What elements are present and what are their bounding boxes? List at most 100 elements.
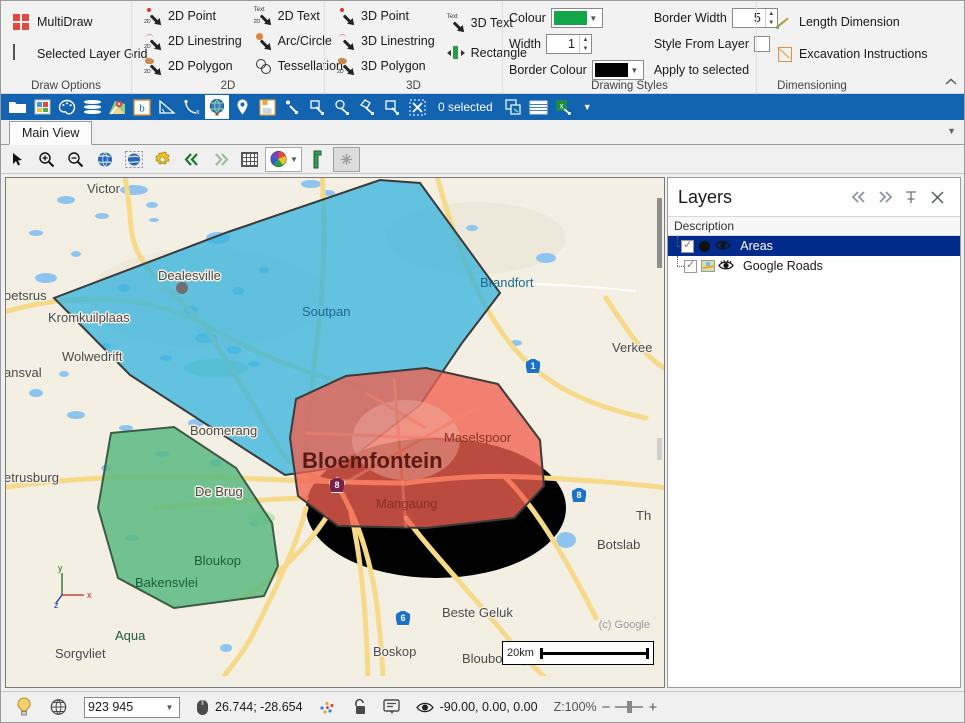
3d-polygon-icon: 2D [337,57,355,75]
table-view-icon[interactable] [527,95,551,119]
lock-button[interactable] [344,694,375,720]
ribbon-group-3d: 3D Point 3D Linestring 2D 3D Polygon Tex… [324,1,527,94]
border-colour-label: Border Colour [509,63,587,77]
arrow-pointer-icon[interactable] [4,147,31,172]
length-dimension-button[interactable]: Length Dimension [769,9,934,34]
map-vertical-scrollbar[interactable] [655,178,664,687]
group-title-dimensioning: Dimensioning [777,80,847,92]
tree-connector [672,236,685,256]
width-stepper[interactable]: 1 ▲ ▼ [545,34,592,54]
width-spinner-arrows[interactable]: ▲ ▼ [578,35,591,53]
bing-maps-icon[interactable]: b [130,95,154,119]
palette-icon[interactable] [55,95,79,119]
select-rect-icon[interactable] [305,95,329,119]
curve-tool-icon[interactable]: x [180,95,204,119]
hint-button[interactable] [7,694,41,720]
layer-row[interactable]: Areas [668,236,960,256]
layer-visibility-checkbox[interactable] [681,238,695,253]
zoom-control[interactable]: Z:100% − + [546,694,666,720]
zoom-selected-globe-icon[interactable] [120,147,147,172]
map-place-label: Verkee [612,340,653,355]
3d-point-button[interactable]: 3D Point [331,3,441,28]
eye-icon[interactable] [718,259,734,273]
2d-polygon-icon: 2D [144,57,162,75]
layer-visibility-checkbox[interactable] [684,258,697,273]
collapse-left-icon[interactable] [846,185,872,209]
style-from-layer-label: Style From Layer [653,37,749,51]
3d-linestring-button[interactable]: 3D Linestring [331,28,441,53]
mouse-coordinates: 26.744; -28.654 [188,694,311,720]
globe-icon[interactable] [205,95,229,119]
axis-label-y: y [58,563,63,573]
close-icon[interactable] [924,185,950,209]
chevron-down-icon[interactable]: ▼ [290,155,298,164]
zoom-slider-track[interactable] [615,701,644,713]
settings-gear-icon[interactable] [149,147,176,172]
copy-selection-icon[interactable] [502,95,526,119]
view-angles-value: -90.00, 0.00, 0.00 [439,700,538,714]
zoom-extents-globe-icon[interactable] [91,147,118,172]
zoom-out-icon[interactable] [62,147,89,172]
forward-icon[interactable] [207,147,234,172]
map-scrollbar-thumb[interactable] [657,198,662,268]
tab-list-icon[interactable]: ▼ [947,126,956,136]
select-circle-icon[interactable] [330,95,354,119]
eye-icon[interactable] [715,239,731,253]
ribbon-group-2d: 2D 2D Point 2D 2D Linestring 2D 2D Polyg… [131,1,343,94]
tab-main-view[interactable]: Main View [9,121,93,145]
layer-row[interactable]: Google Roads [668,256,960,276]
map-view[interactable]: Victor Dealesville oetsrus Kromkuilplaas Wol… [5,177,665,688]
snap-icon[interactable] [332,146,360,172]
select-box-icon[interactable] [380,95,404,119]
application-window: MultiDraw Selected Layer Grid Draw Optio… [0,0,965,723]
clear-selection-icon[interactable] [405,95,429,119]
map-canvas[interactable] [6,178,664,676]
colour-wheel-picker[interactable]: ▼ [265,146,302,172]
coordinate-system-combo[interactable]: 923 945 ▼ [84,696,180,718]
measure-angle-icon[interactable] [155,95,179,119]
zoom-slider-thumb[interactable] [627,701,633,713]
chevron-down-icon[interactable]: ▼ [163,698,176,716]
toolbar-overflow-button[interactable]: ▼ [577,102,598,112]
snap-points-button[interactable] [311,694,344,720]
excavation-instructions-button[interactable]: Excavation Instructions [769,41,934,66]
2d-linestring-label: 2D Linestring [168,33,242,48]
2d-linestring-button[interactable]: 2D 2D Linestring [138,28,248,53]
2d-point-button[interactable]: 2D 2D Point [138,3,248,28]
minus-icon[interactable]: − [602,699,611,716]
map-place-label: oetsrus [5,288,47,303]
open-folder-icon[interactable] [5,95,29,119]
ribbon-collapse-button[interactable] [944,77,958,90]
coordinate-system-selector[interactable]: 923 945 ▼ [76,694,188,720]
layers-icon[interactable] [80,95,104,119]
map-pin-icon[interactable] [230,95,254,119]
wireframe-globe-button[interactable] [41,694,76,720]
grid-toggle-icon[interactable] [236,147,263,172]
export-excel-icon[interactable]: x [552,95,576,119]
green-ruler-icon[interactable] [304,147,331,172]
select-pointer-icon[interactable] [280,95,304,119]
layers-glyph [83,100,101,114]
tree-connector [672,256,684,276]
grid-glyph [241,151,258,167]
mouse-icon [197,699,208,715]
rewind-icon[interactable] [178,147,205,172]
2d-polygon-button[interactable]: 2D 2D Polygon [138,53,248,78]
3d-polygon-label: 3D Polygon [361,58,426,73]
map-place-label: Aqua [115,628,146,643]
border-colour-picker[interactable]: ▼ [591,60,644,80]
select-polygon-icon[interactable] [355,95,379,119]
zoom-in-icon[interactable] [33,147,60,172]
town-marker [176,282,188,294]
colour-picker[interactable]: ▼ [550,8,603,28]
expand-right-icon[interactable] [872,185,898,209]
chevron-down-icon: ▼ [630,65,639,75]
pin-icon[interactable] [898,185,924,209]
map-frame-icon[interactable] [255,95,279,119]
tab-main-view-label: Main View [22,126,80,140]
project-properties-icon[interactable] [30,95,54,119]
3d-polygon-button[interactable]: 2D 3D Polygon [331,53,441,78]
annotation-button[interactable] [375,694,408,720]
google-maps-icon[interactable] [105,95,129,119]
plus-icon[interactable]: + [648,699,657,716]
